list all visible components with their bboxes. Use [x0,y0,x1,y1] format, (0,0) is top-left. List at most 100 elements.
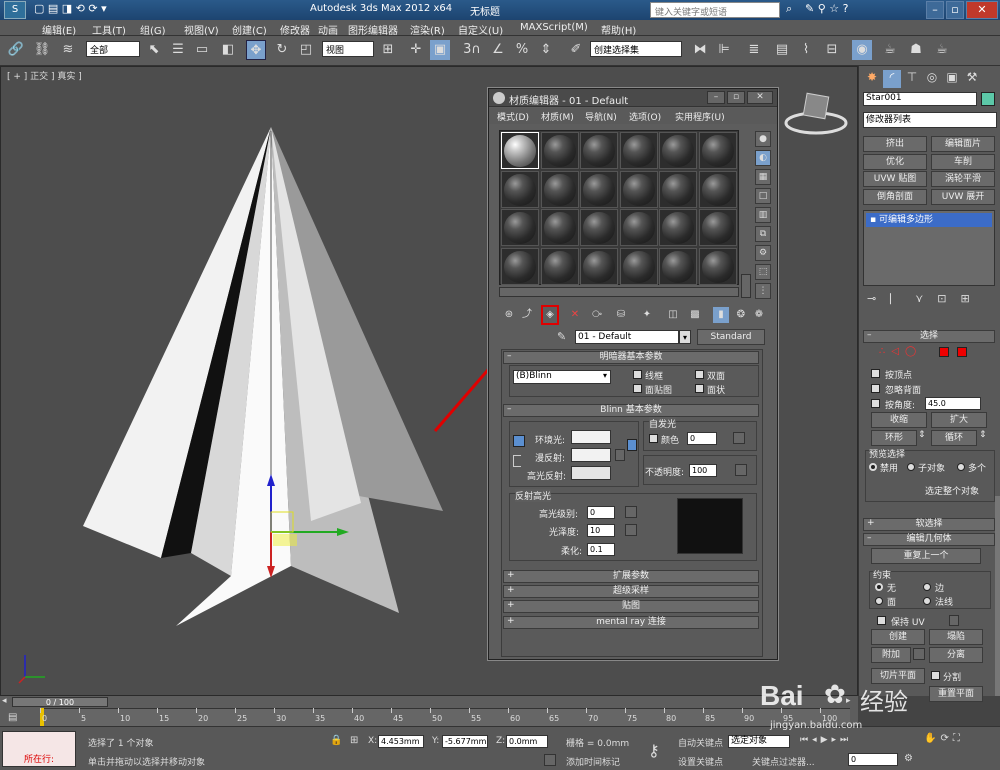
eyedropper-icon[interactable]: ✎ [557,330,566,343]
close-button[interactable]: ✕ [966,1,998,19]
selection-rollout-header[interactable]: 选择 [863,330,995,343]
stack-item-editable-poly[interactable]: ▪ 可编辑多边形 [866,213,992,227]
constraint-normal-radio[interactable] [923,597,931,605]
self-illum-value[interactable]: 0 [687,432,717,445]
constraint-face-radio[interactable] [875,597,883,605]
set-key-button[interactable]: 设置关键点 [678,755,723,768]
modify-tab-icon[interactable]: ◜ [883,70,901,88]
self-illum-map-button[interactable] [733,432,745,444]
ambient-swatch[interactable] [571,430,611,444]
spec-level-field[interactable]: 0 [587,506,615,519]
video-color-icon[interactable]: ▥ [755,207,771,223]
menu-item-0[interactable]: 编辑(E) [42,22,76,37]
blinn-rollout-header[interactable]: Blinn 基本参数 [503,404,759,417]
go-to-parent-icon[interactable]: ▮ [713,307,729,323]
material-slot[interactable] [659,209,697,246]
make-preview-icon[interactable]: ⧉ [755,226,771,242]
make-unique-icon[interactable]: ⧂ [589,307,605,323]
put-to-scene-icon[interactable]: ⤴ [519,307,535,323]
display-tab-icon[interactable]: ▣ [943,70,961,88]
get-material-icon[interactable]: ⊛ [501,307,517,323]
detach-button[interactable]: 分离 [929,647,983,663]
mental-ray-expand-icon[interactable]: + [507,616,515,626]
time-prev-icon[interactable]: ◂ [2,696,7,706]
rect-selection-icon[interactable]: ▭ [192,40,212,60]
supersampling-rollout[interactable]: 超级采样 [503,585,759,598]
material-slot[interactable] [540,132,579,169]
material-type-button[interactable]: Standard [697,329,765,345]
material-name-dropdown-icon[interactable]: ▾ [679,330,691,344]
show-end-result-icon[interactable]: ▩ [687,307,703,323]
move-icon[interactable]: ✥ [246,40,266,60]
material-slot[interactable] [580,132,618,169]
tools-icons[interactable]: ✎ ⚲ ☆ ? [805,2,848,15]
modifier-button-6[interactable]: 倒角剖面 [863,188,927,205]
repeat-last-button[interactable]: 重复上一个 [871,548,981,564]
unlink-icon[interactable]: ⛓ [32,40,52,60]
object-name-field[interactable]: Star001 [863,92,977,106]
attach-settings-icon[interactable] [913,648,925,660]
split-checkbox[interactable] [931,671,940,680]
create-button[interactable]: 创建 [871,629,925,645]
material-slot[interactable] [501,132,539,169]
material-slot[interactable] [540,170,579,208]
put-to-library-icon[interactable]: ⛁ [613,307,629,323]
subobject-icons[interactable]: ∴◁◯ [879,346,922,357]
material-slot[interactable] [698,247,737,285]
spinner-snap-icon[interactable]: ⇕ [536,40,556,60]
preview-subobject-radio[interactable] [907,463,915,471]
background-icon[interactable]: ▦ [755,169,771,185]
object-color-swatch[interactable] [981,92,995,106]
me-menu-item-0[interactable]: 模式(D) [497,110,529,123]
material-slot[interactable] [619,247,658,285]
wire-checkbox[interactable] [633,370,642,379]
time-slider[interactable]: 0 / 100 [12,697,108,707]
material-slot[interactable] [619,209,658,246]
menu-item-2[interactable]: 组(G) [140,22,166,37]
material-slot[interactable] [619,170,658,208]
select-by-name-icon[interactable]: ☰ [168,40,188,60]
preserve-uv-checkbox[interactable] [877,616,886,625]
reset-material-icon[interactable]: ✕ [567,307,583,323]
slots-scrollbar[interactable] [499,287,739,297]
selection-lock-icon[interactable]: 🔒 [330,735,342,746]
transform-gizmo[interactable] [261,462,361,592]
twosided-checkbox[interactable] [695,370,704,379]
link-icon[interactable]: 🔗 [6,40,26,60]
me-menu-item-1[interactable]: 材质(M) [541,110,574,123]
soften-field[interactable]: 0.1 [587,543,615,556]
app-logo-icon[interactable]: S [4,1,26,19]
menu-item-9[interactable]: 自定义(U) [458,22,503,37]
assign-material-icon[interactable]: ◈ [541,305,559,325]
by-vertex-checkbox[interactable] [871,369,880,378]
pick-from-object-icon[interactable]: ❁ [751,307,767,323]
material-slot[interactable] [501,170,539,208]
facemap-checkbox[interactable] [633,384,642,393]
material-slot[interactable] [619,132,658,169]
preview-disabled-radio[interactable] [869,463,877,471]
material-slot[interactable] [501,209,539,246]
absolute-mode-icon[interactable]: ⊞ [350,735,358,746]
opacity-map-button[interactable] [735,464,747,476]
polygon-subobject-icon[interactable] [939,347,949,357]
material-slot[interactable] [698,170,737,208]
go-forward-sibling-icon[interactable]: ❂ [733,307,749,323]
render-production-icon[interactable]: ☕ [932,40,952,60]
motion-tab-icon[interactable]: ◎ [923,70,941,88]
extended-params-expand-icon[interactable]: + [507,570,515,580]
layer-manager-icon[interactable]: ≣ [744,40,764,60]
edit-geometry-rollout[interactable]: 编辑几何体 [863,533,995,546]
material-slot[interactable] [659,132,697,169]
select-manipulate-icon[interactable]: ✛ [406,40,426,60]
key-mode-select[interactable]: 选定对象 [728,735,790,748]
edit-geometry-collapse-icon[interactable]: – [867,533,872,543]
modifier-button-0[interactable]: 挤出 [863,136,927,152]
me-menu-item-3[interactable]: 选项(O) [629,110,661,123]
bind-space-warp-icon[interactable]: ≋ [58,40,78,60]
panel-scrollbar[interactable] [995,496,1000,696]
preserve-uv-settings-icon[interactable] [949,615,959,626]
maximize-button[interactable]: ▫ [946,1,964,19]
lock-map-icon[interactable] [627,439,637,451]
diffuse-swatch[interactable] [571,448,611,462]
material-slot[interactable] [501,247,539,285]
